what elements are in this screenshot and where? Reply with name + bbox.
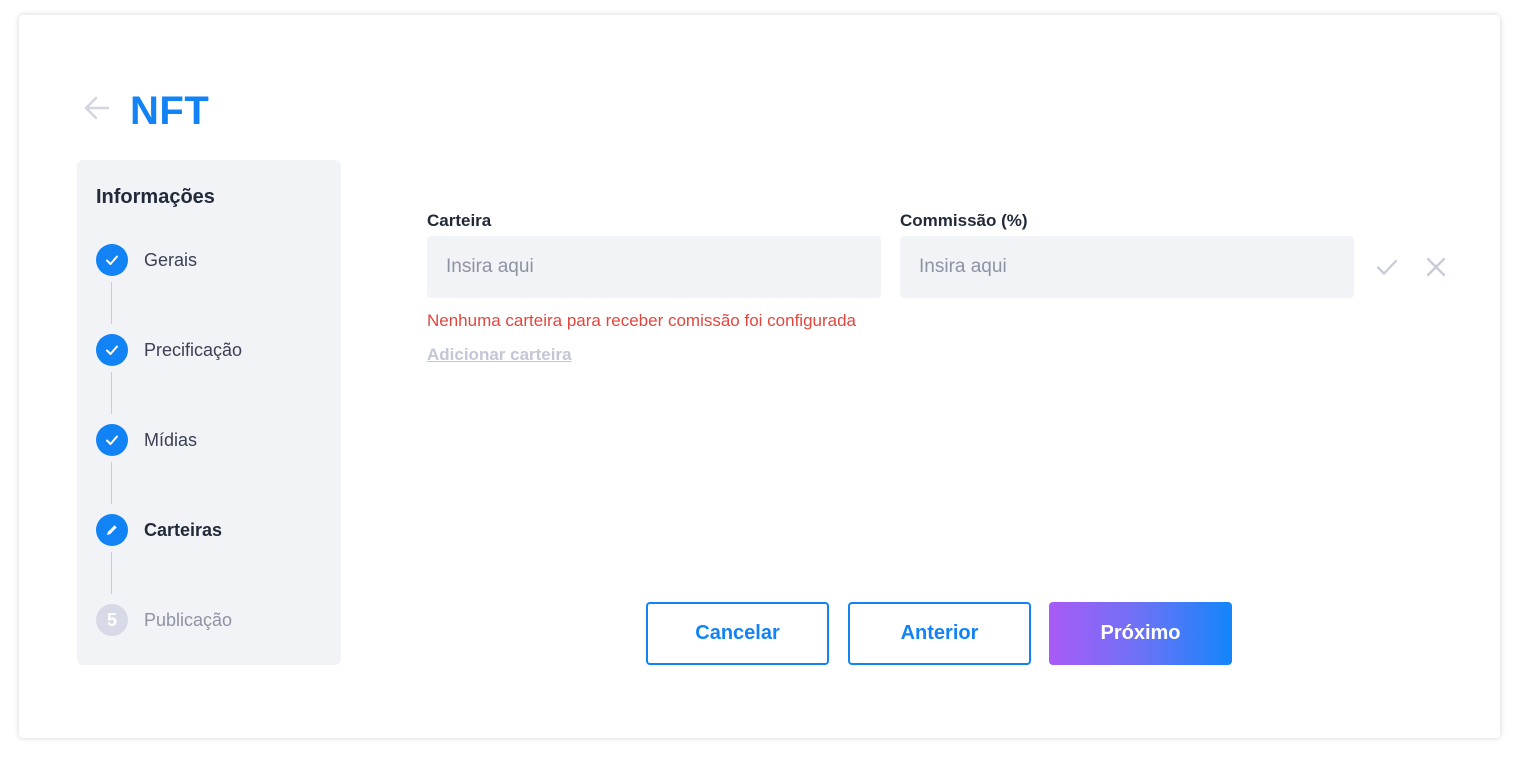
arrow-left-icon[interactable] [82,93,112,123]
step-carteiras[interactable]: Carteiras [96,513,326,547]
check-icon [96,334,128,366]
page-title: NFT [130,89,210,133]
step-precificacao[interactable]: Precificação [96,333,326,367]
step-label: Publicação [144,609,233,630]
step-connector [111,282,112,324]
check-icon [96,244,128,276]
step-label: Carteiras [144,519,223,540]
step-midias[interactable]: Mídias [96,423,326,457]
check-icon[interactable] [1374,254,1400,280]
pencil-icon [96,514,128,546]
cancel-button[interactable]: Cancelar [646,602,829,665]
step-gerais[interactable]: Gerais [96,243,326,277]
next-button[interactable]: Próximo [1049,602,1232,665]
error-message: Nenhuma carteira para receber comissão f… [427,311,857,330]
step-connector [111,552,112,594]
step-label: Gerais [144,249,198,270]
step-publicacao[interactable]: 5 Publicação [96,603,326,637]
step-label: Precificação [144,339,243,360]
wallet-label: Carteira [427,211,492,230]
step-number: 5 [96,604,128,636]
stepper-title: Informações [96,186,215,208]
step-connector [111,462,112,504]
commission-label: Commissão (%) [900,211,1028,230]
add-wallet-link[interactable]: Adicionar carteira [427,345,572,365]
step-label: Mídias [144,429,198,450]
stepper-panel: Informações Gerais Precificação Mídias C… [77,160,341,665]
previous-button[interactable]: Anterior [848,602,1031,665]
commission-input[interactable] [900,236,1354,298]
step-connector [111,372,112,414]
close-icon[interactable] [1423,254,1449,280]
check-icon [96,424,128,456]
wallet-input[interactable] [427,236,881,298]
